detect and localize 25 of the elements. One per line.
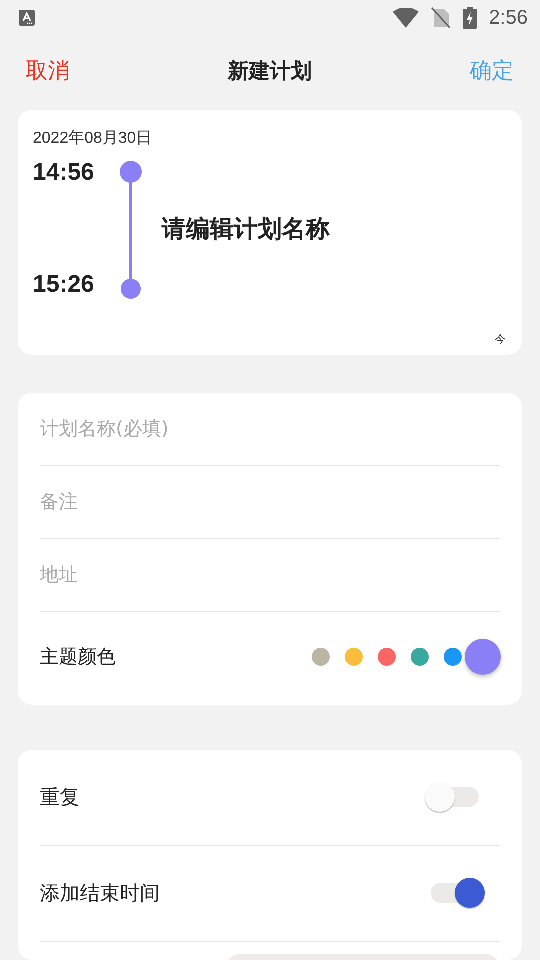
start-time: 14:56 xyxy=(33,159,96,187)
input-field[interactable]: 计划名称(必填) xyxy=(40,418,500,440)
color-swatch[interactable] xyxy=(378,648,396,666)
page-title: 新建计划 xyxy=(228,58,312,85)
end-time: 15:26 xyxy=(33,271,96,299)
cancel-button[interactable]: 取消 xyxy=(26,56,70,86)
color-swatch[interactable] xyxy=(444,648,462,666)
date-label: 2022年08月30日 xyxy=(33,129,154,149)
theme-color-label: 主题颜色 xyxy=(40,645,116,670)
color-swatch[interactable] xyxy=(465,639,501,675)
confirm-button[interactable]: 确定 xyxy=(470,56,514,86)
option-label: 重复 xyxy=(40,784,80,811)
wifi-icon xyxy=(393,8,420,28)
color-swatch[interactable] xyxy=(312,648,330,666)
today-label: 今 xyxy=(495,332,506,347)
color-swatch[interactable] xyxy=(411,648,429,666)
color-swatch[interactable] xyxy=(345,648,363,666)
no-sim-icon xyxy=(431,7,452,29)
input-field[interactable]: 地址 xyxy=(40,564,500,586)
option-label: 添加结束时间 xyxy=(40,880,160,907)
status-time: 2:56 xyxy=(489,6,528,30)
plan-name: 请编辑计划名称 xyxy=(162,214,330,245)
keyboard-icon xyxy=(19,10,35,26)
battery-icon xyxy=(463,7,478,29)
input-field[interactable]: 备注 xyxy=(40,491,500,513)
